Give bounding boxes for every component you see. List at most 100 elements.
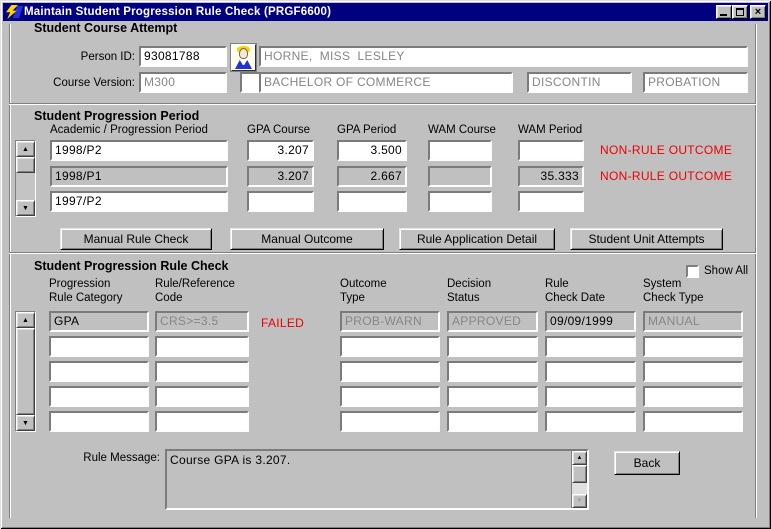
rule-check-heading: Student Progression Rule Check — [34, 259, 228, 273]
gpa-course-field[interactable] — [247, 191, 314, 212]
person-name-field[interactable]: HORNE, MISS LESLEY — [259, 46, 748, 67]
decision-status-field[interactable] — [447, 336, 538, 357]
rule-message-box[interactable]: Course GPA is 3.207. ▲ ▼ — [165, 449, 589, 510]
outcome-type-field[interactable] — [340, 336, 440, 357]
check-date-field[interactable] — [545, 411, 636, 432]
close-button[interactable]: × — [750, 5, 766, 19]
maximize-icon — [736, 8, 744, 16]
minimize-button[interactable] — [716, 5, 732, 19]
outcome-type-field[interactable] — [340, 411, 440, 432]
system-check-type-field[interactable] — [643, 336, 743, 357]
outcome-type-field[interactable] — [340, 386, 440, 407]
rule-message-scrollbar: ▲ ▼ — [571, 451, 587, 508]
wam-course-field[interactable] — [428, 166, 492, 187]
student-unit-attempts-button[interactable]: Student Unit Attempts — [570, 228, 723, 250]
manual-rule-check-button[interactable]: Manual Rule Check — [60, 228, 212, 250]
section-divider-2 — [9, 252, 756, 254]
column-header-rule-category: Progression Rule Category — [49, 277, 123, 305]
frame-right-line — [755, 24, 757, 518]
gpa-period-field[interactable]: 3.500 — [337, 140, 407, 161]
attempt-status-field[interactable]: DISCONTIN — [527, 72, 632, 93]
column-header-rule-reference-code: Rule/Reference Code — [155, 277, 235, 305]
system-check-type-field[interactable] — [643, 411, 743, 432]
wam-period-field[interactable]: 35.333 — [518, 166, 584, 187]
person-id-label: Person ID: — [20, 51, 135, 63]
back-button[interactable]: Back — [614, 451, 680, 475]
gpa-period-field[interactable] — [337, 191, 407, 212]
decision-status-field[interactable]: APPROVED — [447, 311, 538, 332]
period-scrollbar-thumb[interactable] — [16, 157, 35, 173]
rule-check-scroll-down-button[interactable]: ▼ — [16, 415, 35, 431]
check-date-field[interactable]: 09/09/1999 — [545, 311, 636, 332]
system-check-type-field[interactable] — [643, 386, 743, 407]
rule-check-scrollbar-thumb[interactable] — [16, 328, 35, 415]
manual-outcome-button[interactable]: Manual Outcome — [230, 228, 384, 250]
progression-period-heading: Student Progression Period — [34, 109, 199, 123]
check-date-field[interactable] — [545, 336, 636, 357]
check-date-field[interactable] — [545, 361, 636, 382]
decision-status-field[interactable] — [447, 411, 538, 432]
period-field[interactable]: 1998/P2 — [50, 140, 228, 161]
outcome-type-field[interactable] — [340, 361, 440, 382]
person-id-field[interactable]: 93081788 — [139, 46, 227, 67]
maximize-button[interactable] — [732, 5, 748, 19]
column-header-decision-status: Decision Status — [447, 277, 491, 305]
course-version-label: Course Version: — [20, 77, 135, 89]
wam-period-field[interactable] — [518, 191, 584, 212]
period-scrollbar: ▲ ▼ — [15, 140, 36, 217]
period-scroll-down-button[interactable]: ▼ — [16, 200, 35, 216]
close-icon: × — [755, 7, 761, 17]
rule-code-field[interactable]: CRS>=3.5 — [155, 311, 249, 332]
frame-left-line — [9, 24, 11, 518]
period-scroll-up-button[interactable]: ▲ — [16, 141, 35, 157]
person-lookup-button[interactable] — [231, 44, 256, 71]
gpa-course-field[interactable]: 3.207 — [247, 166, 314, 187]
course-code-field[interactable]: M300 — [139, 72, 227, 93]
message-scroll-down-button[interactable]: ▼ — [572, 494, 587, 508]
rule-code-field[interactable] — [155, 336, 249, 357]
period-field[interactable]: 1998/P1 — [50, 166, 228, 187]
rule-category-field[interactable] — [49, 386, 149, 407]
rule-category-field[interactable] — [49, 361, 149, 382]
arrow-up-icon: ▲ — [22, 317, 29, 324]
column-header-rule-check-date: Rule Check Date — [545, 277, 605, 305]
rule-check-scrollbar: ▲ ▼ — [15, 311, 36, 432]
wam-period-field[interactable] — [518, 140, 584, 161]
column-header-wam-period: WAM Period — [518, 124, 582, 136]
check-date-field[interactable] — [545, 386, 636, 407]
wam-course-field[interactable] — [428, 191, 492, 212]
message-scrollbar-thumb[interactable] — [572, 465, 587, 483]
column-header-wam-course: WAM Course — [428, 124, 496, 136]
wam-course-field[interactable] — [428, 140, 492, 161]
decision-status-field[interactable] — [447, 386, 538, 407]
arrow-up-icon: ▲ — [22, 146, 29, 153]
window-controls: × — [716, 5, 766, 19]
outcome-text: NON-RULE OUTCOME — [600, 169, 732, 183]
column-header-outcome-type: Outcome Type — [340, 277, 387, 305]
message-scroll-up-button[interactable]: ▲ — [572, 451, 587, 465]
progression-status-field[interactable]: PROBATION — [643, 72, 748, 93]
rule-message-text: Course GPA is 3.207. — [170, 453, 291, 467]
rule-category-field[interactable] — [49, 411, 149, 432]
decision-status-field[interactable] — [447, 361, 538, 382]
course-title-field[interactable]: BACHELOR OF COMMERCE — [259, 72, 513, 93]
rule-message-label: Rule Message: — [60, 452, 160, 464]
app-icon — [5, 5, 21, 19]
gpa-course-field[interactable]: 3.207 — [247, 140, 314, 161]
rule-code-field[interactable] — [155, 411, 249, 432]
rule-application-detail-button[interactable]: Rule Application Detail — [399, 228, 555, 250]
section-divider-1 — [9, 103, 756, 105]
outcome-text: NON-RULE OUTCOME — [600, 143, 732, 157]
gpa-period-field[interactable]: 2.667 — [337, 166, 407, 187]
rule-category-field[interactable] — [49, 336, 149, 357]
system-check-type-field[interactable]: MANUAL — [643, 311, 743, 332]
rule-code-field[interactable] — [155, 361, 249, 382]
system-check-type-field[interactable] — [643, 361, 743, 382]
column-header-gpa-course: GPA Course — [247, 124, 310, 136]
rule-code-field[interactable] — [155, 386, 249, 407]
period-field[interactable]: 1997/P2 — [50, 191, 228, 212]
rule-check-scroll-up-button[interactable]: ▲ — [16, 312, 35, 328]
rule-result-text: FAILED — [261, 316, 304, 330]
outcome-type-field[interactable]: PROB-WARN — [340, 311, 440, 332]
rule-category-field[interactable]: GPA — [49, 311, 149, 332]
